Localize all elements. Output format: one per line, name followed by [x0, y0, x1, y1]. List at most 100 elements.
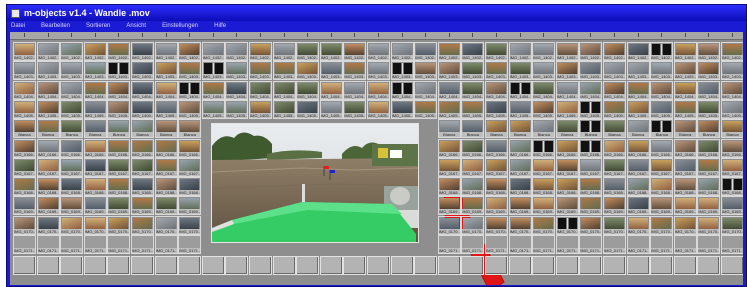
photo-thumbnail[interactable]: IMG_0170...: [178, 215, 202, 235]
app-icon[interactable]: [11, 8, 20, 18]
photo-thumbnail[interactable]: IMG_0170...: [508, 215, 532, 235]
photo-thumbnail[interactable]: IMG_1404...: [178, 80, 202, 100]
photo-thumbnail[interactable]: IMG_0167...: [721, 157, 743, 177]
photo-thumbnail[interactable]: IMG_0167...: [603, 157, 626, 177]
photo-thumbnail[interactable]: IMG_1403...: [272, 61, 296, 81]
photo-thumbnail[interactable]: IMG_1402...: [579, 42, 603, 61]
photo-thumbnail[interactable]: Bianca: [36, 119, 60, 139]
photo-thumbnail[interactable]: Bianca: [178, 119, 202, 139]
photo-thumbnail[interactable]: Bianca: [508, 119, 532, 139]
photo-thumbnail[interactable]: IMG_1402...: [154, 42, 178, 61]
photo-thumbnail[interactable]: IMG_1402...: [390, 42, 414, 61]
photo-thumbnail[interactable]: IMG_1403...: [13, 61, 36, 81]
empty-slot[interactable]: [437, 256, 461, 276]
photo-thumbnail[interactable]: IMG_1404...: [13, 80, 36, 100]
photo-thumbnail[interactable]: IMG_1403...: [721, 61, 743, 81]
photo-thumbnail[interactable]: IMG_1402...: [131, 42, 154, 61]
photo-thumbnail[interactable]: IMG_1404...: [650, 80, 674, 100]
photo-thumbnail[interactable]: IMG_1405...: [131, 99, 154, 119]
photo-thumbnail[interactable]: IMG_0167...: [555, 157, 579, 177]
photo-thumbnail[interactable]: IMG_0169...: [579, 196, 603, 216]
photo-thumbnail[interactable]: Bianca: [131, 119, 154, 139]
photo-thumbnail[interactable]: IMG_1404...: [201, 80, 225, 100]
photo-thumbnail[interactable]: IMG_0171...: [437, 235, 461, 254]
photo-thumbnail[interactable]: IMG_0166...: [626, 138, 650, 158]
photo-thumbnail[interactable]: IMG_1403...: [296, 61, 320, 81]
photo-thumbnail[interactable]: Bianca: [107, 119, 131, 139]
photo-thumbnail[interactable]: IMG_0168...: [532, 177, 556, 197]
photo-thumbnail[interactable]: IMG_1402...: [319, 42, 343, 61]
photo-thumbnail[interactable]: IMG_1405...: [414, 99, 438, 119]
photo-thumbnail[interactable]: IMG_1405...: [154, 99, 178, 119]
photo-thumbnail[interactable]: IMG_0169...: [650, 196, 674, 216]
photo-thumbnail[interactable]: IMG_0168...: [603, 177, 626, 197]
photo-thumbnail[interactable]: IMG_0168...: [107, 177, 131, 197]
photo-thumbnail[interactable]: IMG_0169...: [107, 196, 131, 216]
photo-thumbnail[interactable]: IMG_0170...: [650, 215, 674, 235]
photo-thumbnail[interactable]: IMG_0169...: [626, 196, 650, 216]
photo-thumbnail[interactable]: IMG_0170...: [697, 215, 721, 235]
photo-thumbnail[interactable]: IMG_0170...: [626, 215, 650, 235]
photo-thumbnail[interactable]: IMG_1405...: [225, 99, 249, 119]
photo-thumbnail[interactable]: IMG_1402...: [414, 42, 438, 61]
photo-thumbnail[interactable]: IMG_0169...: [131, 196, 154, 216]
photo-thumbnail[interactable]: IMG_1403...: [131, 61, 154, 81]
photo-thumbnail[interactable]: IMG_1402...: [673, 42, 697, 61]
photo-thumbnail[interactable]: IMG_1402...: [367, 42, 390, 61]
menu-item-edit[interactable]: Bearbeiten: [41, 23, 70, 29]
empty-slot[interactable]: [508, 256, 532, 276]
photo-thumbnail[interactable]: IMG_0166...: [36, 138, 60, 158]
photo-thumbnail[interactable]: IMG_0168...: [60, 177, 84, 197]
empty-slot[interactable]: [414, 256, 438, 276]
menu-item-view[interactable]: Ansicht: [126, 23, 146, 29]
empty-slot[interactable]: [555, 256, 579, 276]
photo-thumbnail[interactable]: IMG_1405...: [579, 99, 603, 119]
photo-thumbnail[interactable]: IMG_1403...: [603, 61, 626, 81]
photo-thumbnail[interactable]: IMG_0166...: [13, 138, 36, 158]
photo-thumbnail[interactable]: IMG_1402...: [508, 42, 532, 61]
photo-thumbnail[interactable]: IMG_0166...: [178, 138, 202, 158]
photo-thumbnail[interactable]: IMG_1402...: [296, 42, 320, 61]
photo-thumbnail[interactable]: IMG_0170...: [36, 215, 60, 235]
photo-thumbnail[interactable]: IMG_0167...: [650, 157, 674, 177]
photo-thumbnail[interactable]: IMG_1404...: [673, 80, 697, 100]
photo-thumbnail[interactable]: IMG_1402...: [626, 42, 650, 61]
photo-thumbnail[interactable]: IMG_1404...: [485, 80, 508, 100]
photo-thumbnail[interactable]: IMG_0170...: [437, 215, 461, 235]
photo-thumbnail[interactable]: IMG_1405...: [721, 99, 743, 119]
photo-thumbnail[interactable]: IMG_0170...: [555, 215, 579, 235]
empty-slot[interactable]: [603, 256, 626, 276]
timeline-ruler[interactable]: [10, 32, 743, 40]
photo-thumbnail[interactable]: IMG_0170...: [107, 215, 131, 235]
photo-thumbnail[interactable]: IMG_0167...: [13, 157, 36, 177]
photo-thumbnail[interactable]: Bianca: [673, 119, 697, 139]
photo-thumbnail[interactable]: IMG_1405...: [437, 99, 461, 119]
menu-item-settings[interactable]: Einstellungen: [162, 23, 198, 29]
photo-thumbnail[interactable]: IMG_0168...: [437, 177, 461, 197]
photo-thumbnail[interactable]: IMG_1403...: [367, 61, 390, 81]
photo-thumbnail[interactable]: IMG_0168...: [626, 177, 650, 197]
photo-thumbnail[interactable]: IMG_0168...: [154, 177, 178, 197]
photo-thumbnail[interactable]: IMG_0168...: [36, 177, 60, 197]
photo-thumbnail[interactable]: IMG_1403...: [461, 61, 485, 81]
photo-thumbnail[interactable]: IMG_1405...: [60, 99, 84, 119]
photo-thumbnail[interactable]: IMG_1405...: [272, 99, 296, 119]
photo-thumbnail[interactable]: Bianca: [603, 119, 626, 139]
photo-thumbnail[interactable]: IMG_1402...: [83, 42, 107, 61]
photo-thumbnail[interactable]: IMG_0169...: [555, 196, 579, 216]
photo-thumbnail[interactable]: IMG_1403...: [437, 61, 461, 81]
photo-thumbnail[interactable]: IMG_1403...: [579, 61, 603, 81]
photo-thumbnail[interactable]: IMG_0170...: [461, 215, 485, 235]
photo-thumbnail[interactable]: IMG_1405...: [107, 99, 131, 119]
photo-thumbnail[interactable]: IMG_1405...: [603, 99, 626, 119]
photo-thumbnail[interactable]: IMG_0170...: [60, 215, 84, 235]
photo-thumbnail[interactable]: Bianca: [461, 119, 485, 139]
photo-thumbnail[interactable]: IMG_1402...: [532, 42, 556, 61]
photo-thumbnail[interactable]: Bianca: [626, 119, 650, 139]
empty-slot[interactable]: [579, 256, 603, 276]
photo-thumbnail[interactable]: IMG_1403...: [485, 61, 508, 81]
photo-thumbnail[interactable]: IMG_1404...: [437, 80, 461, 100]
photo-thumbnail[interactable]: IMG_0168...: [697, 177, 721, 197]
photo-thumbnail[interactable]: IMG_1403...: [697, 61, 721, 81]
photo-thumbnail[interactable]: IMG_0171...: [697, 235, 721, 254]
